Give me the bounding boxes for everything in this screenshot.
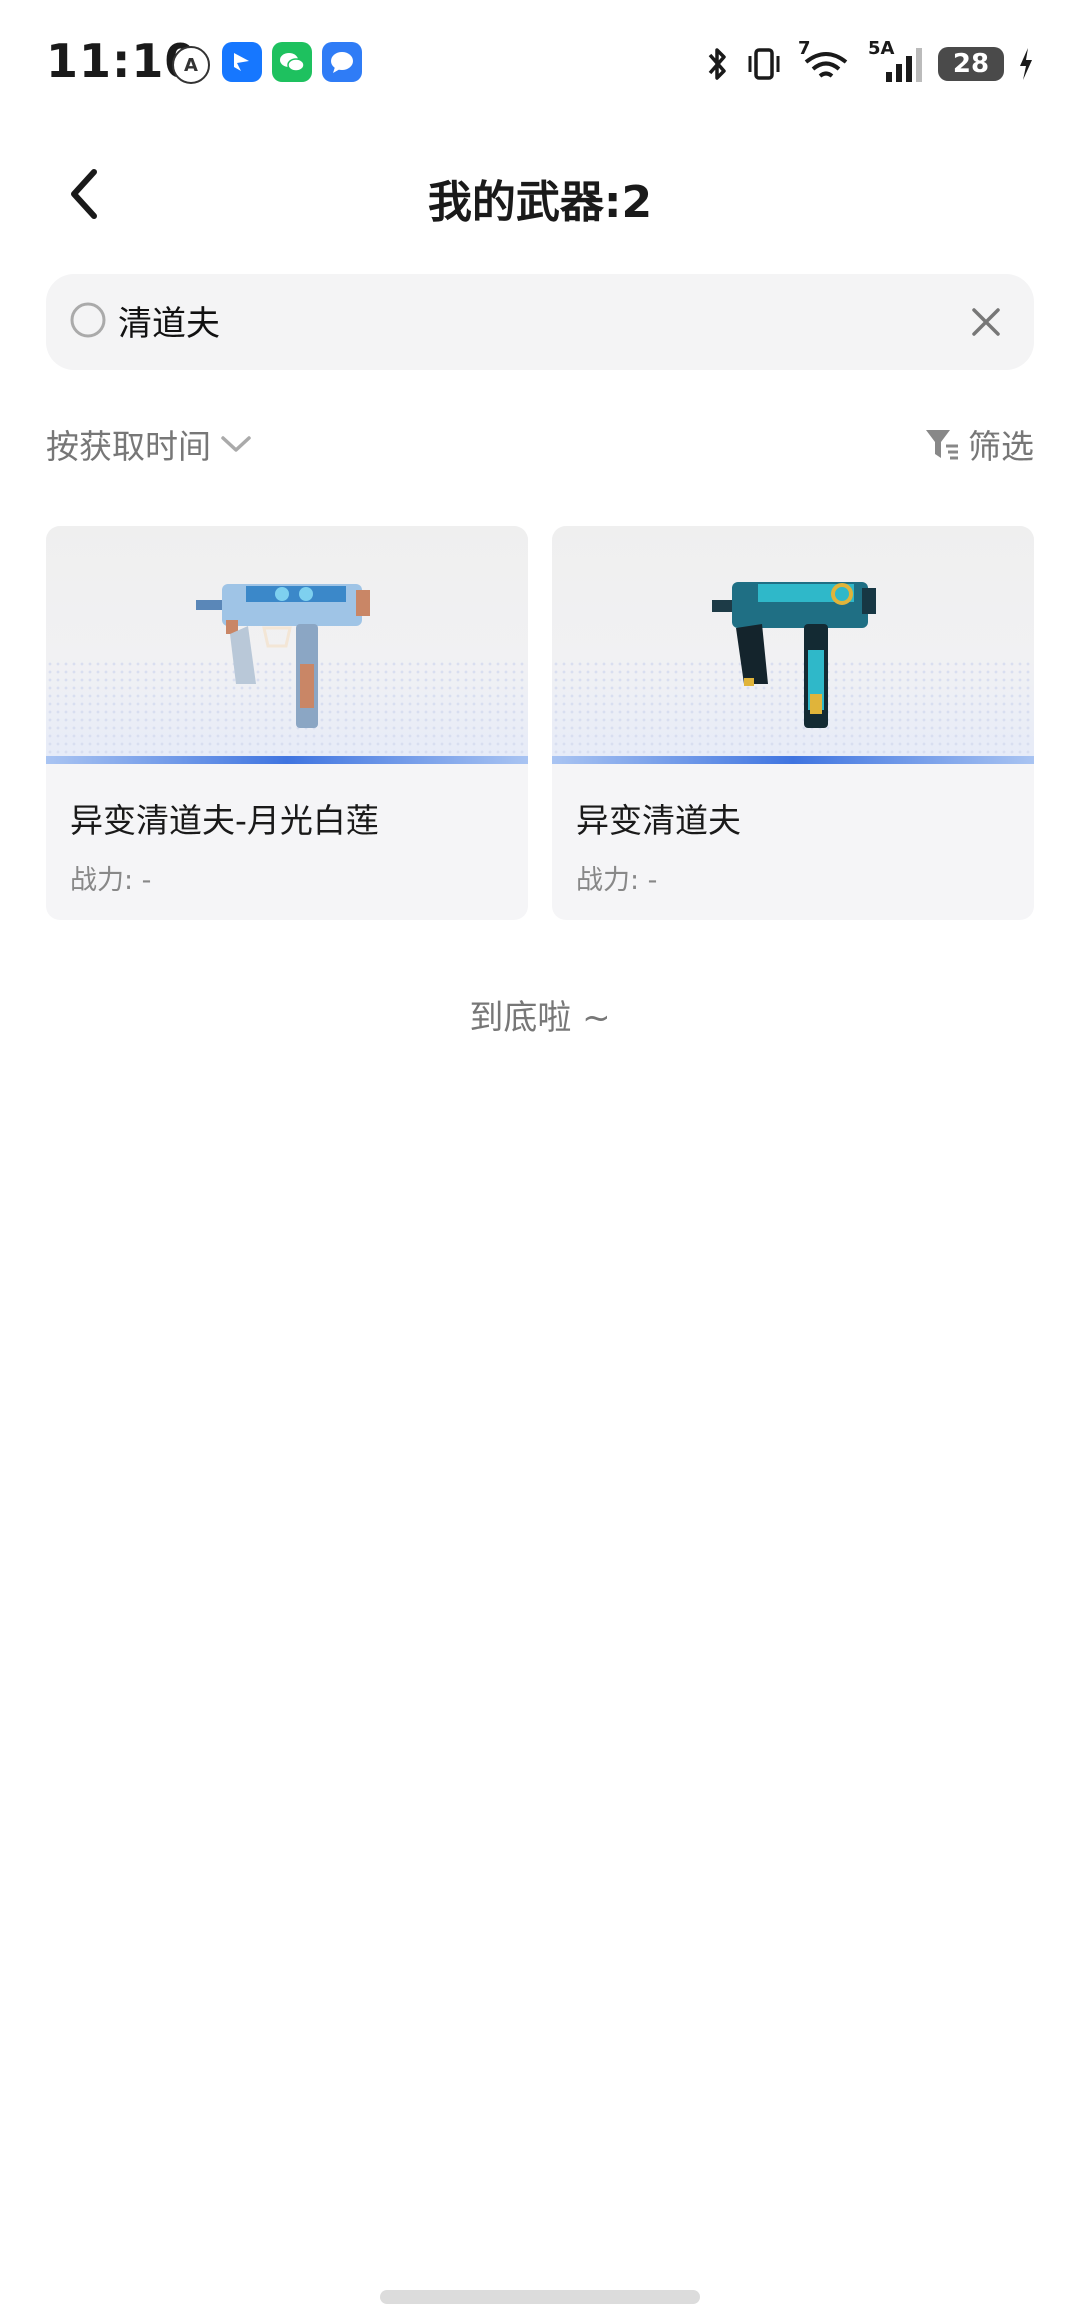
wifi-icon: 7 xyxy=(798,38,854,84)
home-indicator[interactable] xyxy=(380,2290,700,2304)
clear-search-button[interactable] xyxy=(960,296,1012,348)
battery-indicator: 28 xyxy=(938,47,1004,81)
weapon-image xyxy=(46,526,528,764)
sort-label: 按获取时间 xyxy=(46,427,211,466)
wechat-icon xyxy=(272,42,312,82)
filter-icon xyxy=(926,430,958,460)
search-icon xyxy=(70,302,106,338)
page-title: 我的武器:2 xyxy=(427,177,653,228)
search-input[interactable]: 清道夫 xyxy=(118,296,220,345)
filter-label: 筛选 xyxy=(968,427,1034,466)
status-bar: 11:10 A 7 5A 28 xyxy=(0,0,1080,130)
sort-dropdown[interactable]: 按获取时间 xyxy=(46,420,253,468)
messenger-bird-icon xyxy=(222,42,262,82)
filter-button[interactable]: 筛选 xyxy=(924,420,1034,468)
weapon-card[interactable]: 异变清道夫 战力: - xyxy=(552,526,1034,920)
weapon-card[interactable]: 异变清道夫-月光白莲 战力: - xyxy=(46,526,528,920)
nav-header: 我的武器:2 xyxy=(0,140,1080,250)
search-bar[interactable]: 清道夫 xyxy=(46,274,1034,370)
bluetooth-icon xyxy=(708,48,726,80)
weapon-name: 异变清道夫 xyxy=(576,801,741,840)
chevron-down-icon xyxy=(221,436,251,452)
smg-mutation-image xyxy=(712,582,876,728)
vibrate-icon xyxy=(748,48,780,80)
rarity-bar xyxy=(46,756,528,764)
weapon-name: 异变清道夫-月光白莲 xyxy=(70,801,379,840)
weapon-power: 战力: - xyxy=(70,865,152,896)
message-icon xyxy=(322,42,362,82)
wifi-label: 7 xyxy=(798,38,811,59)
weapon-power: 战力: - xyxy=(576,865,658,896)
end-of-list-text: 到底啦 ~ xyxy=(469,998,611,1038)
network-label: 5A xyxy=(868,38,895,59)
smg-moonlight-image xyxy=(196,584,370,728)
charging-icon xyxy=(1020,48,1032,80)
close-icon xyxy=(972,308,1000,336)
rarity-bar xyxy=(552,756,1034,764)
status-right-icons: 7 5A 28 xyxy=(704,38,1034,86)
weapon-image xyxy=(552,526,1034,764)
cellular-signal-icon: 5A xyxy=(868,38,924,84)
app-notification-icon: A xyxy=(172,46,210,84)
